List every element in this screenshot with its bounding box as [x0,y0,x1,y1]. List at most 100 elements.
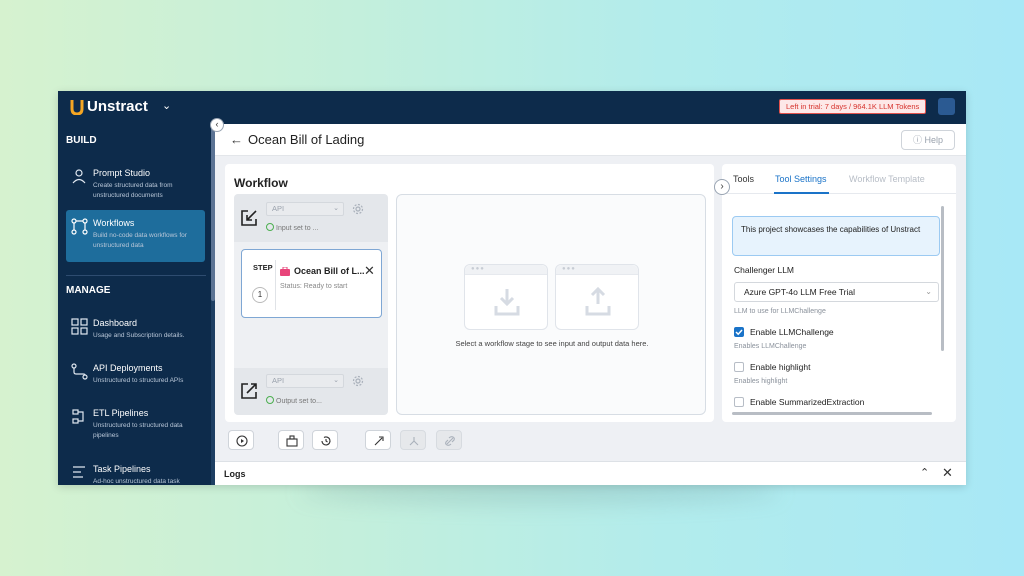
enable-summarized-extraction-label: Enable SummarizedExtraction [750,397,865,407]
brand-name: Unstract [87,98,148,115]
gear-icon[interactable] [352,203,364,215]
step-status: Status: Ready to start [280,283,348,290]
sidebar-item-label: Task Pipelines [93,464,151,474]
settings-horizontal-scrollbar[interactable] [732,412,932,415]
section-manage: MANAGE [66,285,111,296]
sidebar-item-label: API Deployments [93,363,163,373]
tab-workflow-template[interactable]: Workflow Template [849,174,925,184]
collapse-sidebar-button[interactable]: ‹ [210,118,224,132]
task-icon [73,466,85,478]
enable-llmchallenge-checkbox[interactable] [734,327,744,337]
play-icon [236,435,248,447]
challenger-llm-help: LLM to use for LLMChallenge [734,308,826,315]
unstract-logo-icon [70,100,84,115]
run-button[interactable] [228,430,254,450]
sidebar-item-desc: Usage and Subscription details. [93,332,185,339]
sidebar-item-label: ETL Pipelines [93,408,149,418]
sidebar-item-workflows[interactable]: Workflows Build no-code data workflows f… [66,210,205,262]
step-card[interactable]: STEP 1 Ocean Bill of L... ✕ Status: Read… [241,249,382,318]
input-type-select[interactable]: API ⌄ [266,202,344,216]
arrow-left-icon[interactable]: ← [230,132,243,147]
input-preview-box: ●●● [464,264,548,330]
enable-highlight-checkbox[interactable] [734,362,744,372]
toolbox-icon [280,267,290,276]
chevron-up-icon[interactable]: ⌃ [920,466,929,479]
project-info-box: This project showcases the capabilities … [732,216,940,256]
upload-icon [585,287,611,316]
chevron-down-icon[interactable]: ⌄ [162,99,171,112]
step-label: STEP [253,263,273,272]
workflow-icon [71,218,88,235]
sidebar-item-task-pipelines[interactable]: Task Pipelines Ad-hoc unstructured data … [66,456,205,485]
step-divider [275,260,276,310]
workflow-panel: Workflow API ⌄ Input set to ... STEP 1 O… [225,164,714,422]
settings-scrollbar[interactable] [941,206,944,351]
section-build: BUILD [66,135,97,146]
top-bar: Unstract ⌄ Left in trial: 7 days / 964.1… [58,91,966,124]
output-preview-box: ●●● [555,264,639,330]
chevron-down-icon: ⌄ [333,205,339,212]
sidebar-item-label: Prompt Studio [93,168,151,178]
deploy-api-button[interactable] [365,430,391,450]
etl-icon [72,409,84,424]
enable-summarized-extraction-checkbox[interactable] [734,397,744,407]
trial-badge[interactable]: Left in trial: 7 days / 964.1K LLM Token… [779,99,927,114]
prompt-studio-icon [72,169,86,184]
clear-cache-button[interactable] [278,430,304,450]
help-circle-icon: ⓘ [912,135,922,145]
input-source-icon [241,210,257,226]
output-destination-icon [241,383,257,399]
deploy-task-button[interactable] [436,430,462,450]
close-icon[interactable]: ✕ [364,263,375,279]
settings-tabs: Tools Tool Settings Workflow Template [722,164,956,194]
tab-tool-settings[interactable]: Tool Settings [775,174,827,184]
avatar[interactable] [938,98,955,115]
chevron-right-icon[interactable]: › [714,179,730,195]
step-number: 1 [252,287,268,303]
help-button[interactable]: ⓘ Help [901,130,955,150]
history-button[interactable] [312,430,338,450]
sidebar-item-desc: Unstructured to structured data pipeline… [93,422,183,439]
sidebar-item-desc: Build no-code data workflows for unstruc… [93,232,187,249]
logs-label: Logs [224,469,246,479]
page-title: Ocean Bill of Lading [248,132,365,147]
gear-icon[interactable] [352,375,364,387]
challenger-llm-label: Challenger LLM [734,265,795,275]
enable-highlight-help: Enables highlight [734,378,788,385]
logs-bar[interactable]: Logs ⌃ ✕ [215,461,966,485]
workflow-stages: API ⌄ Input set to ... STEP 1 Ocean Bill… [234,194,388,415]
output-type-select[interactable]: API ⌄ [266,374,344,388]
preview-hint: Select a workflow stage to see input and… [455,339,649,348]
history-icon [321,436,331,446]
sidebar-item-label: Dashboard [93,318,138,328]
toolbox-icon [286,435,298,447]
sidebar-item-etl-pipelines[interactable]: ETL Pipelines Unstructured to structured… [66,400,205,452]
sidebar: BUILD Prompt Studio Create structured da… [58,124,215,485]
deploy-etl-button[interactable] [400,430,426,450]
checkmark-icon [735,329,743,336]
rocket-icon [374,436,384,446]
page-header: ← Ocean Bill of Lading ⓘ Help [215,124,966,156]
check-circle-icon [266,396,274,404]
step-tool-name: Ocean Bill of L... [294,266,365,276]
workflow-title: Workflow [234,176,288,190]
enable-llmchallenge-label: Enable LLMChallenge [750,327,834,337]
sidebar-item-prompt-studio[interactable]: Prompt Studio Create structured data fro… [66,160,205,212]
output-status: Output set to... [266,396,322,405]
sidebar-item-desc: Ad-hoc unstructured data task [93,478,180,485]
sidebar-item-desc: Create structured data from unstructured… [93,182,173,199]
active-tab-indicator [774,192,829,194]
input-status: Input set to ... [266,223,318,232]
pipeline-icon [409,437,419,446]
tab-tools[interactable]: Tools [733,174,754,184]
sidebar-item-label: Workflows [93,218,135,228]
dashboard-icon [71,318,88,335]
data-preview-area: ●●● ●●● Select a workflow stage to see i… [396,194,706,415]
close-icon[interactable]: ✕ [942,465,953,481]
check-circle-icon [266,223,274,231]
challenger-llm-select[interactable]: Azure GPT-4o LLM Free Trial ⌄ [734,282,939,302]
sidebar-divider [66,275,206,276]
download-icon [494,289,520,316]
api-icon [71,363,88,380]
sidebar-item-desc: Unstructured to structured APIs [93,377,184,384]
